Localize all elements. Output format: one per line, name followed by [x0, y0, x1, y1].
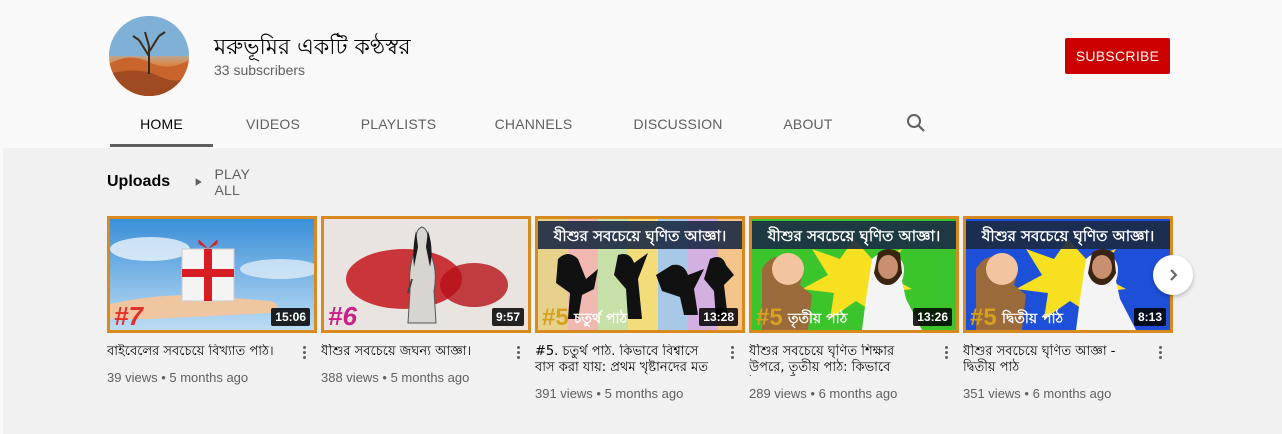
svg-text:যীশুর সবচেয়ে ঘৃণিত আজ্ঞা।: যীশুর সবচেয়ে ঘৃণিত আজ্ঞা। [767, 226, 940, 247]
svg-text:যীশুর সবচেয়ে ঘৃণিত আজ্ঞা।: যীশুর সবচেয়ে ঘৃণিত আজ্ঞা। [553, 226, 726, 247]
video-card[interactable]: যীশুর সবচেয়ে ঘৃণিত আজ্ঞা। #5 চতুর্থ পাঠ… [535, 216, 745, 401]
svg-text:#5: #5 [756, 304, 783, 330]
video-thumbnail[interactable]: যীশুর সবচেয়ে ঘৃণিত আজ্ঞা। #5 চতুর্থ পাঠ… [535, 216, 745, 333]
svg-text:#5: #5 [970, 304, 997, 330]
video-card[interactable]: #6 9:57 যীশুর সবচেয়ে জঘন্য আজ্ঞা। 388 v… [321, 216, 531, 385]
video-meta: 289 views • 6 months ago [749, 386, 898, 401]
video-card[interactable]: যীশুর সবচেয়ে ঘৃণিত আজ্ঞা। #5 তৃতীয় পাঠ… [749, 216, 959, 401]
video-duration: 13:28 [699, 308, 738, 326]
search-icon[interactable] [905, 111, 927, 135]
video-menu-icon[interactable] [943, 344, 949, 362]
video-thumbnail[interactable]: যীশুর সবচেয়ে ঘৃণিত আজ্ঞা। #5 দ্বিতীয় প… [963, 216, 1173, 333]
play-icon [195, 178, 202, 186]
play-all-button[interactable]: PLAY ALL [195, 166, 254, 198]
video-card[interactable]: যীশুর সবচেয়ে ঘৃণিত আজ্ঞা। #5 দ্বিতীয় প… [963, 216, 1173, 401]
tab-discussion[interactable]: DISCUSSION [603, 100, 753, 148]
video-card[interactable]: #7 15:06 বাইবেলের সবচেয়ে বিখ্যাত পাঠ। 3… [107, 216, 317, 385]
video-meta: 388 views • 5 months ago [321, 370, 470, 385]
video-meta: 351 views • 6 months ago [963, 386, 1112, 401]
tab-home[interactable]: HOME [110, 100, 213, 148]
video-meta: 39 views • 5 months ago [107, 370, 249, 385]
video-title[interactable]: #5. চতুর্থ পাঠ. কিভাবে বিশ্বাসে বাস করা … [535, 344, 715, 376]
svg-text:দ্বিতীয় পাঠ: দ্বিতীয় পাঠ [1001, 309, 1064, 327]
video-thumbnail[interactable]: যীশুর সবচেয়ে ঘৃণিত আজ্ঞা। #5 তৃতীয় পাঠ… [749, 216, 959, 333]
uploads-title[interactable]: Uploads [107, 173, 170, 191]
video-menu-icon[interactable] [515, 344, 521, 362]
channel-header: মরুভূমির একটি কণ্ঠস্বর 33 subscribers SU… [0, 0, 1282, 148]
video-menu-icon[interactable] [301, 344, 307, 362]
video-title[interactable]: যীশুর সবচেয়ে জঘন্য আজ্ঞা। [321, 344, 501, 360]
tab-channels[interactable]: CHANNELS [464, 100, 603, 148]
play-all-label: PLAY ALL [214, 166, 250, 198]
svg-text:#5: #5 [542, 304, 569, 330]
uploads-shelf-header: Uploads PLAY ALL [107, 166, 250, 198]
svg-text:তৃতীয় পাঠ: তৃতীয় পাঠ [787, 309, 848, 328]
svg-text:যীশুর সবচেয়ে ঘৃণিত আজ্ঞা।: যীশুর সবচেয়ে ঘৃণিত আজ্ঞা। [981, 226, 1154, 247]
video-menu-icon[interactable] [729, 344, 735, 362]
svg-text:#6: #6 [328, 301, 357, 330]
tab-videos[interactable]: VIDEOS [213, 100, 333, 148]
tab-playlists[interactable]: PLAYLISTS [333, 100, 464, 148]
channel-tabs: HOME VIDEOS PLAYLISTS CHANNELS DISCUSSIO… [110, 100, 863, 148]
video-duration: 13:26 [913, 308, 952, 326]
video-title[interactable]: যীশুর সবচেয়ে ঘৃণিত শিক্ষার উপরে, তৃতীয়… [749, 344, 929, 376]
tab-about[interactable]: ABOUT [753, 100, 863, 148]
video-meta: 391 views • 5 months ago [535, 386, 684, 401]
subscriber-count: 33 subscribers [214, 62, 306, 78]
video-thumbnail[interactable]: #6 9:57 [321, 216, 531, 333]
subscribe-button[interactable]: SUBSCRIBE [1065, 38, 1170, 74]
video-duration: 15:06 [271, 308, 310, 326]
video-duration: 9:57 [491, 308, 524, 326]
video-menu-icon[interactable] [1157, 344, 1163, 362]
video-title[interactable]: বাইবেলের সবচেয়ে বিখ্যাত পাঠ। [107, 344, 287, 360]
video-duration: 8:13 [1133, 308, 1166, 326]
svg-text:চতুর্থ পাঠ: চতুর্থ পাঠ [573, 309, 628, 328]
video-thumbnail[interactable]: #7 15:06 [107, 216, 317, 333]
svg-text:#7: #7 [114, 301, 144, 330]
video-title[interactable]: যীশুর সবচেয়ে ঘৃণিত আজ্ঞা - দ্বিতীয় পাঠ [963, 344, 1143, 376]
chevron-right-icon[interactable] [1153, 255, 1193, 295]
channel-avatar[interactable] [109, 16, 189, 96]
